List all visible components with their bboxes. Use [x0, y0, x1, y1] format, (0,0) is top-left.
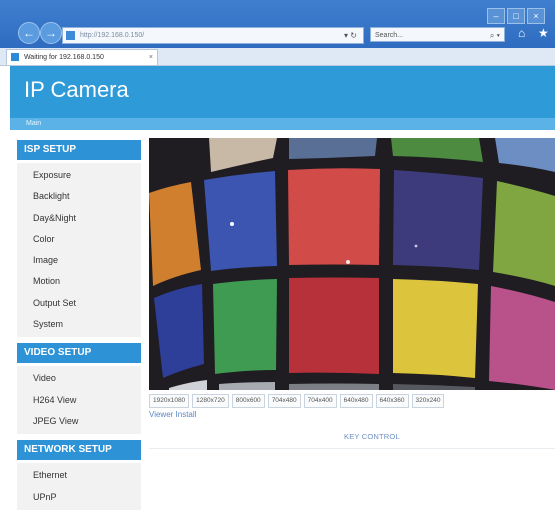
- search-field[interactable]: Search... ⌕ ▾: [370, 27, 505, 42]
- forward-button[interactable]: →: [40, 22, 62, 44]
- sidebar-item-exposure[interactable]: Exposure: [17, 165, 141, 186]
- address-bar[interactable]: http://192.168.0.150/ ▾ ↻: [62, 27, 364, 44]
- divider: [149, 448, 555, 449]
- key-control-label[interactable]: KEY CONTROL: [344, 432, 400, 441]
- isp-setup-heading[interactable]: ISP SETUP: [17, 140, 141, 160]
- video-frame-image: [149, 138, 555, 390]
- sidebar-item-backlight[interactable]: Backlight: [17, 186, 141, 207]
- minimize-button[interactable]: –: [487, 8, 505, 24]
- back-button[interactable]: ←: [18, 22, 40, 44]
- sidebar-item-ethernet[interactable]: Ethernet: [17, 465, 141, 486]
- sidebar-item-system[interactable]: System: [17, 314, 141, 335]
- address-controls[interactable]: ▾ ↻: [344, 28, 357, 43]
- tab-favicon-icon: [11, 53, 19, 62]
- forward-arrow-icon: →: [45, 26, 57, 40]
- resolution-704x400-button[interactable]: 704x400: [303, 394, 337, 408]
- sidebar-item-motion[interactable]: Motion: [17, 271, 141, 292]
- sidebar-item-color[interactable]: Color: [17, 229, 141, 250]
- resolution-640x360-button[interactable]: 640x360: [375, 394, 409, 408]
- isp-setup-list: Exposure Backlight Day&Night Color Image…: [17, 163, 141, 338]
- search-icon[interactable]: ⌕ ▾: [490, 28, 500, 43]
- resolution-selector: 1920x1080 1280x720 800x600 704x480 704x4…: [149, 394, 445, 408]
- video-setup-heading[interactable]: VIDEO SETUP: [17, 343, 141, 364]
- address-url: http://192.168.0.150/: [79, 32, 145, 39]
- resolution-1280x720-button[interactable]: 1280x720: [192, 394, 229, 408]
- sidebar-item-image[interactable]: Image: [17, 250, 141, 271]
- video-setup-list: Video H264 View JPEG View: [17, 366, 141, 435]
- page-title: IP Camera: [24, 77, 129, 102]
- tab-bar: Waiting for 192.168.0.150 ×: [0, 48, 555, 66]
- sidebar-item-day-night[interactable]: Day&Night: [17, 208, 141, 229]
- site-favicon-icon: [66, 30, 75, 40]
- browser-tab[interactable]: Waiting for 192.168.0.150 ×: [6, 49, 158, 65]
- nav-main-link[interactable]: Main: [26, 118, 41, 130]
- star-icon[interactable]: ★: [538, 26, 549, 40]
- maximize-button[interactable]: □: [507, 8, 525, 24]
- resolution-1920x1080-button[interactable]: 1920x1080: [149, 394, 190, 408]
- camera-video-feed[interactable]: [149, 138, 555, 390]
- resolution-320x240-button[interactable]: 320x240: [411, 394, 445, 408]
- tab-close-icon[interactable]: ×: [149, 50, 153, 65]
- main-nav: Main: [10, 118, 555, 130]
- browser-titlebar: – □ × ← → http://192.168.0.150/ ▾ ↻ Sear…: [0, 0, 555, 48]
- tab-title: Waiting for 192.168.0.150: [23, 54, 104, 61]
- sidebar-item-video[interactable]: Video: [17, 368, 141, 389]
- home-icon[interactable]: ⌂: [518, 26, 525, 40]
- back-arrow-icon: ←: [23, 26, 35, 40]
- resolution-800x600-button[interactable]: 800x600: [231, 394, 265, 408]
- viewer-install-link[interactable]: Viewer Install: [149, 410, 196, 419]
- sidebar-item-upnp[interactable]: UPnP: [17, 487, 141, 508]
- sidebar: ISP SETUP Exposure Backlight Day&Night C…: [17, 140, 141, 516]
- sidebar-item-h264-view[interactable]: H264 View: [17, 390, 141, 411]
- resolution-704x480-button[interactable]: 704x480: [267, 394, 301, 408]
- page-header: IP Camera: [10, 66, 555, 118]
- network-setup-heading[interactable]: NETWORK SETUP: [17, 440, 141, 461]
- search-placeholder: Search...: [375, 32, 404, 39]
- window-controls: – □ ×: [487, 8, 545, 24]
- sidebar-item-jpeg-view[interactable]: JPEG View: [17, 411, 141, 432]
- resolution-640x480-button[interactable]: 640x480: [339, 394, 373, 408]
- close-window-button[interactable]: ×: [527, 8, 545, 24]
- sidebar-item-output-set[interactable]: Output Set: [17, 293, 141, 314]
